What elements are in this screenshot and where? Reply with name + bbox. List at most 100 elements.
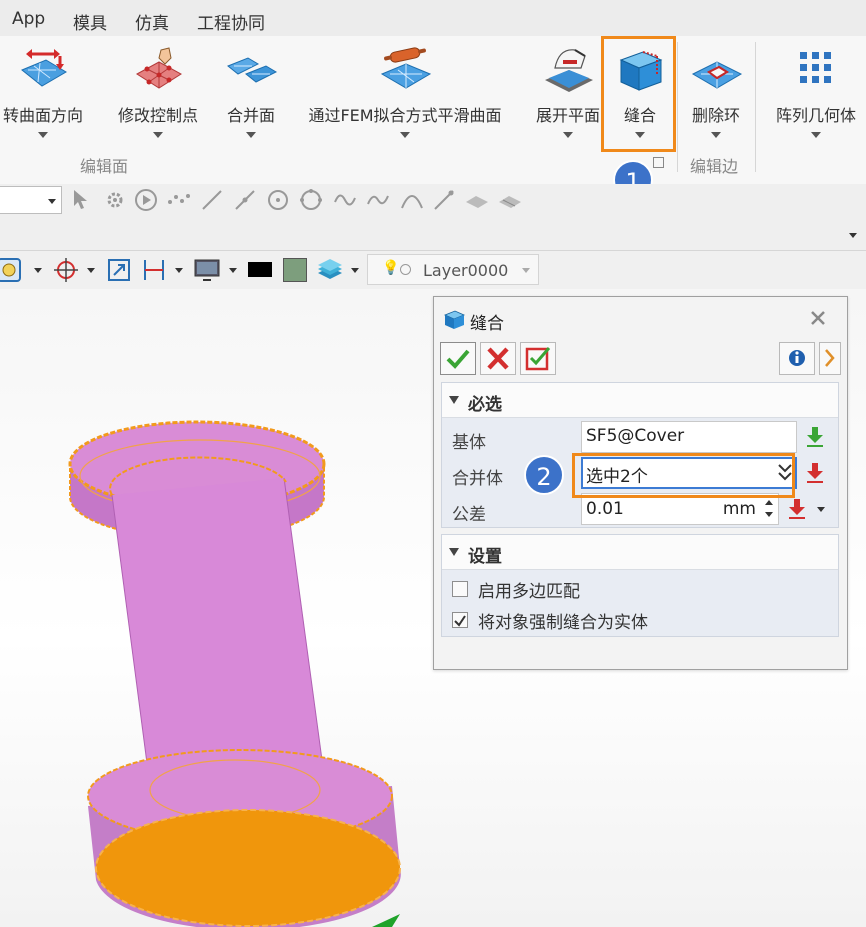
spline-icon[interactable] — [333, 188, 357, 212]
surface-edge-icon[interactable] — [497, 188, 523, 212]
base-body-field[interactable]: SF5@Cover — [581, 421, 797, 453]
ok-button[interactable] — [440, 342, 476, 375]
merge-faces-icon — [227, 57, 278, 83]
expand-button[interactable] — [819, 342, 841, 375]
info-icon — [789, 350, 805, 366]
menu-mold[interactable]: 模具 — [73, 9, 107, 34]
tolerance-value: 0.01 — [586, 499, 624, 519]
group-separator — [755, 42, 756, 172]
layer-name: Layer0000 — [423, 261, 509, 280]
required-section-header[interactable]: 必选 — [442, 383, 838, 418]
chevron-down-icon[interactable] — [351, 268, 359, 273]
ribbon: 转曲面方向 修改控制点 合并面 通过FEM拟合方式平滑曲面 展开平面 缝合 删除… — [0, 36, 866, 200]
chevron-down-icon[interactable] — [38, 132, 48, 138]
collapse-triangle-icon — [449, 548, 459, 556]
layers-icon[interactable] — [316, 257, 344, 283]
chevron-down-icon[interactable] — [175, 268, 183, 273]
menu-app[interactable]: App — [12, 9, 45, 29]
pick-red-arrow-icon[interactable] — [786, 497, 808, 521]
checkmark-icon — [454, 615, 466, 627]
unfold-plane-button[interactable]: 展开平面 — [528, 40, 608, 180]
menu-simulation[interactable]: 仿真 — [135, 9, 169, 34]
filter-select[interactable] — [0, 186, 62, 214]
color-swatch-black[interactable] — [248, 262, 272, 277]
layer-select[interactable]: 💡 Layer0000 — [367, 254, 539, 285]
dialog-launcher-icon[interactable] — [653, 157, 664, 168]
group-edit-edge-label: 编辑边 — [690, 157, 739, 176]
zoom-fit-icon[interactable] — [106, 257, 132, 283]
reverse-surface-icon — [21, 49, 67, 87]
chevron-right-icon — [825, 349, 835, 367]
dimension-icon[interactable] — [141, 257, 167, 283]
spinner-icon[interactable] — [762, 495, 776, 523]
fem-smooth-button[interactable]: 通过FEM拟合方式平滑曲面 — [294, 40, 516, 180]
pick-red-arrow-icon[interactable] — [804, 461, 826, 485]
chevron-down-icon[interactable] — [229, 268, 237, 273]
line-point-icon[interactable] — [233, 188, 257, 212]
apply-button[interactable] — [520, 342, 556, 375]
arc-icon[interactable] — [399, 188, 425, 212]
play-icon[interactable] — [134, 188, 158, 212]
settings-section: 设置 启用多边匹配 将对象强制缝合为实体 — [441, 534, 839, 637]
menu-collaboration[interactable]: 工程协同 — [197, 9, 265, 34]
circle-icon[interactable] — [266, 188, 290, 212]
circle-3pt-icon[interactable] — [298, 188, 324, 212]
apply-check-icon — [525, 347, 551, 371]
array-geometry-button[interactable]: 阵列几何体 — [766, 40, 866, 180]
chevron-down-icon[interactable] — [711, 132, 721, 138]
line-icon[interactable] — [200, 188, 224, 212]
group-edit-face-label: 编辑面 — [80, 157, 129, 176]
point-cloud-icon[interactable] — [166, 188, 192, 212]
chevron-down-icon[interactable] — [811, 132, 821, 138]
chevron-down-icon[interactable] — [400, 132, 410, 138]
merge-faces-button[interactable]: 合并面 — [220, 40, 282, 180]
delete-loop-icon — [691, 61, 743, 89]
unfold-plane-label: 展开平面 — [535, 106, 600, 125]
gear-pick-icon[interactable] — [103, 188, 127, 212]
cancel-button[interactable] — [480, 342, 516, 375]
menu-bar: App 模具 仿真 工程协同 — [0, 0, 866, 36]
toolbar-view: 💡 Layer0000 — [0, 251, 866, 289]
step-badge-2: 2 — [524, 455, 564, 495]
required-heading: 必选 — [468, 395, 502, 415]
control-points-icon — [136, 47, 182, 89]
sew-highlight — [601, 36, 676, 152]
group-separator — [677, 42, 678, 172]
target-icon[interactable] — [53, 257, 79, 283]
pick-green-arrow-icon[interactable] — [804, 425, 826, 449]
force-solid-label: 将对象强制缝合为实体 — [478, 613, 648, 633]
merge-body-label: 合并体 — [452, 469, 503, 489]
toolbar-overflow-icon[interactable] — [849, 233, 857, 238]
sew-dialog: 缝合 必选 基体 SF5@Cover 合并体 选中2个 公差 0.01 mm 设… — [433, 296, 848, 670]
surface-curve-icon[interactable] — [464, 188, 490, 212]
close-icon[interactable] — [809, 310, 827, 326]
chevron-down-icon[interactable] — [153, 132, 163, 138]
lightbulb-icon: 💡 — [382, 260, 400, 276]
multi-edge-checkbox[interactable] — [452, 581, 468, 597]
wave-curve-icon[interactable] — [366, 188, 390, 212]
merge-field-highlight — [572, 453, 795, 498]
settings-section-header[interactable]: 设置 — [442, 535, 838, 570]
chevron-down-icon[interactable] — [817, 507, 825, 512]
check-icon — [446, 349, 470, 369]
color-swatch-green[interactable] — [283, 258, 307, 282]
chevron-down-icon[interactable] — [87, 268, 95, 273]
chevron-down-icon[interactable] — [34, 268, 42, 273]
chevron-down-icon[interactable] — [563, 132, 573, 138]
dialog-title: 缝合 — [470, 314, 504, 334]
multi-edge-label: 启用多边匹配 — [478, 582, 580, 602]
tolerance-label: 公差 — [452, 505, 486, 525]
array-geometry-icon — [800, 52, 831, 83]
display-mode-icon[interactable] — [193, 257, 221, 283]
chevron-down-icon[interactable] — [246, 132, 256, 138]
sew-dialog-icon — [443, 310, 466, 329]
lock-ring-icon — [400, 264, 411, 275]
chevron-down-icon — [522, 268, 530, 273]
info-button[interactable] — [779, 342, 815, 375]
pick-cursor-icon[interactable] — [70, 188, 92, 212]
force-solid-checkbox[interactable] — [452, 612, 468, 628]
settings-heading: 设置 — [468, 547, 502, 567]
line-segment-icon[interactable] — [432, 188, 456, 212]
delete-loop-label: 删除环 — [691, 106, 740, 125]
view-filter-icon[interactable] — [0, 257, 24, 283]
